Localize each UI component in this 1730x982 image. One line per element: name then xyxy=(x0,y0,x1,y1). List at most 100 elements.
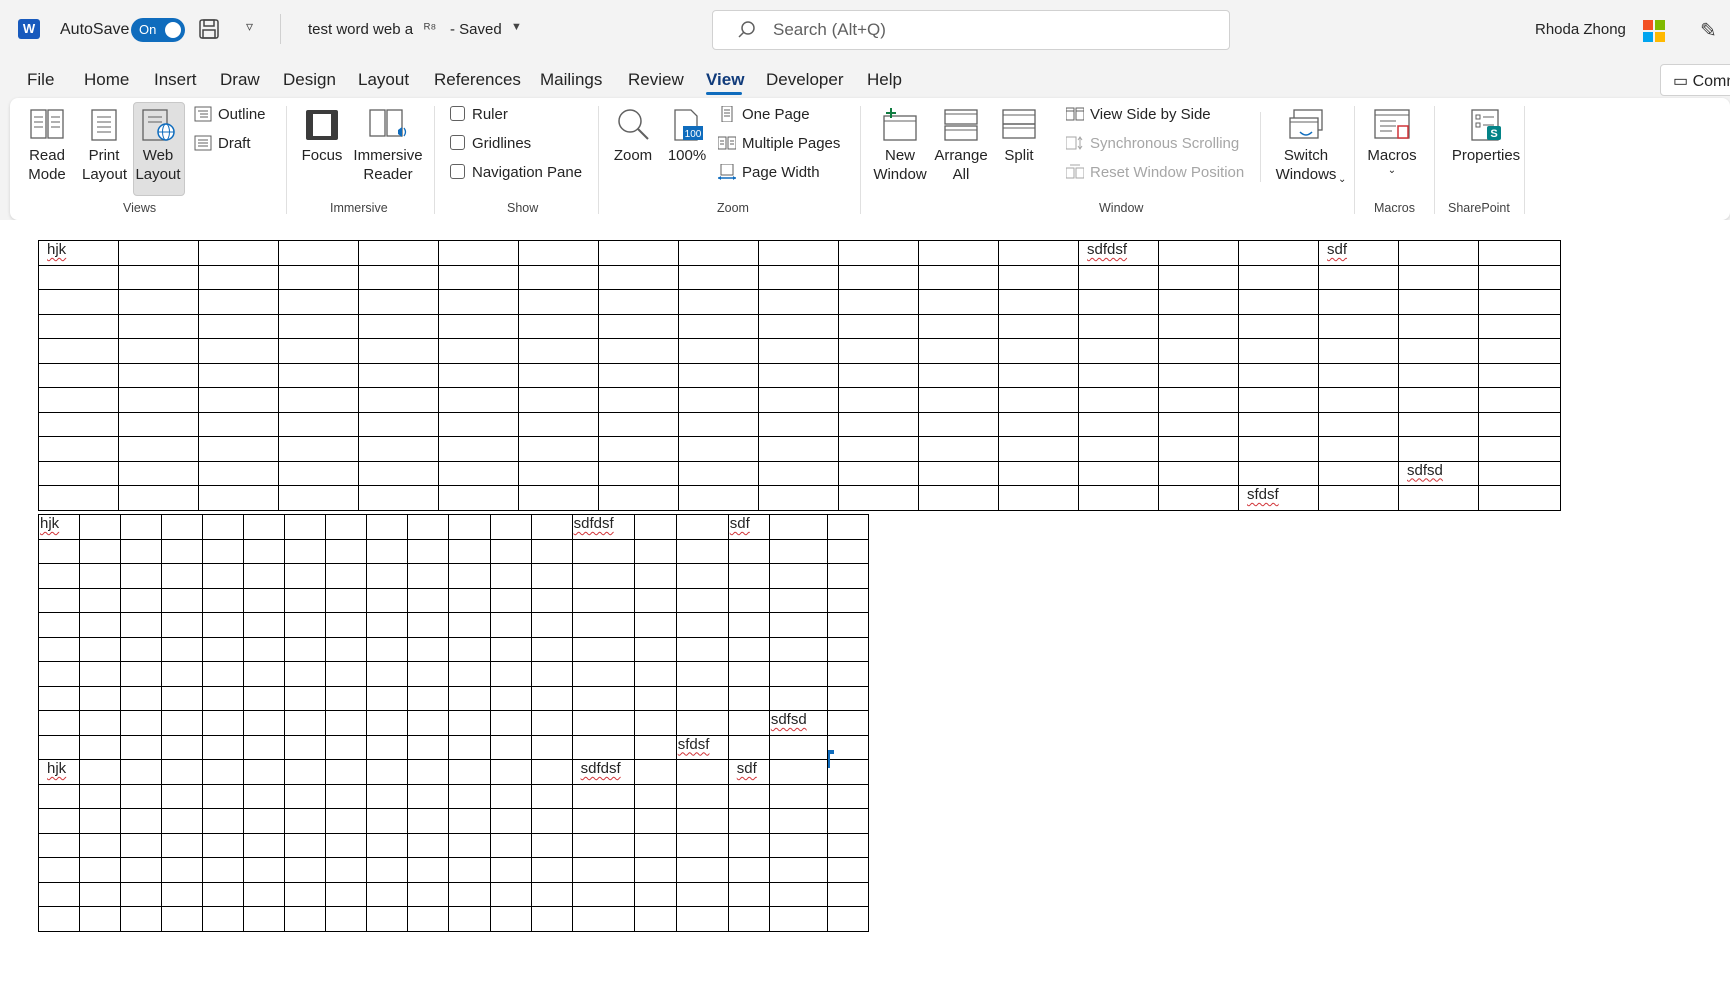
tab-layout[interactable]: Layout xyxy=(358,70,409,90)
table-cell[interactable] xyxy=(518,411,599,437)
table-cell[interactable] xyxy=(38,411,119,437)
table-cell[interactable] xyxy=(366,587,409,613)
table-cell[interactable] xyxy=(758,485,839,511)
table-cell[interactable] xyxy=(1158,387,1239,413)
table-cell[interactable] xyxy=(1398,240,1479,266)
synchronous-scrolling-button[interactable]: Synchronous Scrolling xyxy=(1066,133,1239,155)
table-cell[interactable] xyxy=(325,538,368,564)
table-cell[interactable] xyxy=(598,338,679,364)
table-cell[interactable] xyxy=(768,832,828,858)
table-cell[interactable] xyxy=(758,240,839,266)
table-cell[interactable] xyxy=(1318,264,1399,290)
table-cell[interactable] xyxy=(325,759,368,785)
table-cell[interactable] xyxy=(407,734,450,760)
table-cell[interactable] xyxy=(518,387,599,413)
table-cell[interactable] xyxy=(202,612,245,638)
navigation-pane-checkbox[interactable]: Navigation Pane xyxy=(450,162,582,184)
table-cell[interactable] xyxy=(530,832,573,858)
table-cell[interactable] xyxy=(1078,485,1159,511)
table-cell[interactable] xyxy=(826,881,870,907)
table-cell[interactable] xyxy=(727,612,770,638)
table-cell[interactable] xyxy=(768,881,828,907)
table-cell[interactable] xyxy=(37,538,81,564)
print-layout-button[interactable]: Print Layout xyxy=(82,108,127,184)
table-cell[interactable] xyxy=(918,387,999,413)
one-page-button[interactable]: One Page xyxy=(718,104,810,126)
table-cell[interactable] xyxy=(37,906,81,932)
table-cell[interactable] xyxy=(366,685,409,711)
table-cell[interactable] xyxy=(278,264,359,290)
table-cell[interactable] xyxy=(79,636,122,662)
document-table-2[interactable]: hjk sdfdsf sdf sdfsd sfdsf hjk sdfdsf sd… xyxy=(37,514,870,932)
table-cell[interactable] xyxy=(407,661,450,687)
table-cell[interactable] xyxy=(278,387,359,413)
table-cell[interactable] xyxy=(998,362,1079,388)
table-cell[interactable] xyxy=(38,436,119,462)
table-cell[interactable] xyxy=(768,514,828,540)
table-cell[interactable] xyxy=(1478,460,1561,486)
reset-window-position-button[interactable]: Reset Window Position xyxy=(1066,162,1244,184)
table-cell[interactable]: sfdsf xyxy=(1238,485,1319,511)
table-cell[interactable] xyxy=(678,264,759,290)
table-cell[interactable] xyxy=(202,808,245,834)
chevron-down-icon[interactable]: ▼ xyxy=(511,21,522,33)
table-cell[interactable] xyxy=(448,832,491,858)
table-cell[interactable] xyxy=(675,857,729,883)
table-cell[interactable] xyxy=(202,685,245,711)
table-cell[interactable] xyxy=(489,783,532,809)
table-cell[interactable] xyxy=(37,857,81,883)
table-cell[interactable] xyxy=(118,264,199,290)
table-cell[interactable] xyxy=(758,338,839,364)
table-cell[interactable] xyxy=(768,636,828,662)
table-cell[interactable] xyxy=(161,808,204,834)
table-cell[interactable] xyxy=(1238,240,1319,266)
table-cell[interactable] xyxy=(1478,485,1561,511)
table-cell[interactable] xyxy=(161,783,204,809)
table-cell[interactable] xyxy=(633,832,677,858)
tab-review[interactable]: Review xyxy=(628,70,684,90)
table-cell[interactable] xyxy=(38,289,119,315)
table-cell[interactable] xyxy=(675,685,729,711)
table-cell[interactable] xyxy=(1078,338,1159,364)
table-cell[interactable] xyxy=(79,514,122,540)
table-cell[interactable] xyxy=(727,710,770,736)
table-cell[interactable] xyxy=(727,906,770,932)
table-cell[interactable] xyxy=(571,612,635,638)
table-cell[interactable] xyxy=(37,881,81,907)
table-cell[interactable] xyxy=(243,514,286,540)
table-cell[interactable] xyxy=(598,264,679,290)
table-cell[interactable] xyxy=(768,906,828,932)
table-cell[interactable] xyxy=(198,313,279,339)
gridlines-check[interactable] xyxy=(450,135,465,150)
table-cell[interactable] xyxy=(571,734,635,760)
table-cell[interactable] xyxy=(838,460,919,486)
table-cell[interactable] xyxy=(768,808,828,834)
table-cell[interactable] xyxy=(530,710,573,736)
table-cell[interactable] xyxy=(518,313,599,339)
table-cell[interactable] xyxy=(1158,362,1239,388)
table-cell[interactable] xyxy=(284,710,327,736)
table-cell[interactable] xyxy=(198,338,279,364)
table-cell[interactable] xyxy=(768,783,828,809)
table-cell[interactable] xyxy=(675,881,729,907)
table-cell[interactable] xyxy=(675,832,729,858)
table-cell[interactable] xyxy=(161,759,204,785)
table-cell[interactable] xyxy=(998,313,1079,339)
table-cell[interactable] xyxy=(675,612,729,638)
focus-button[interactable]: Focus xyxy=(299,108,345,165)
page-width-button[interactable]: Page Width xyxy=(718,162,820,184)
table-cell[interactable]: hjk xyxy=(38,240,119,266)
table-cell[interactable] xyxy=(38,485,119,511)
table-cell[interactable] xyxy=(633,587,677,613)
table-cell[interactable] xyxy=(118,436,199,462)
table-cell[interactable] xyxy=(202,857,245,883)
table-cell[interactable] xyxy=(918,485,999,511)
table-cell[interactable] xyxy=(727,783,770,809)
table-cell[interactable] xyxy=(1398,338,1479,364)
table-cell[interactable] xyxy=(518,264,599,290)
table-cell[interactable] xyxy=(598,485,679,511)
table-cell[interactable]: sdfdsf xyxy=(571,759,635,785)
table-cell[interactable] xyxy=(366,734,409,760)
table-cell[interactable] xyxy=(675,661,729,687)
tab-developer[interactable]: Developer xyxy=(766,70,844,90)
